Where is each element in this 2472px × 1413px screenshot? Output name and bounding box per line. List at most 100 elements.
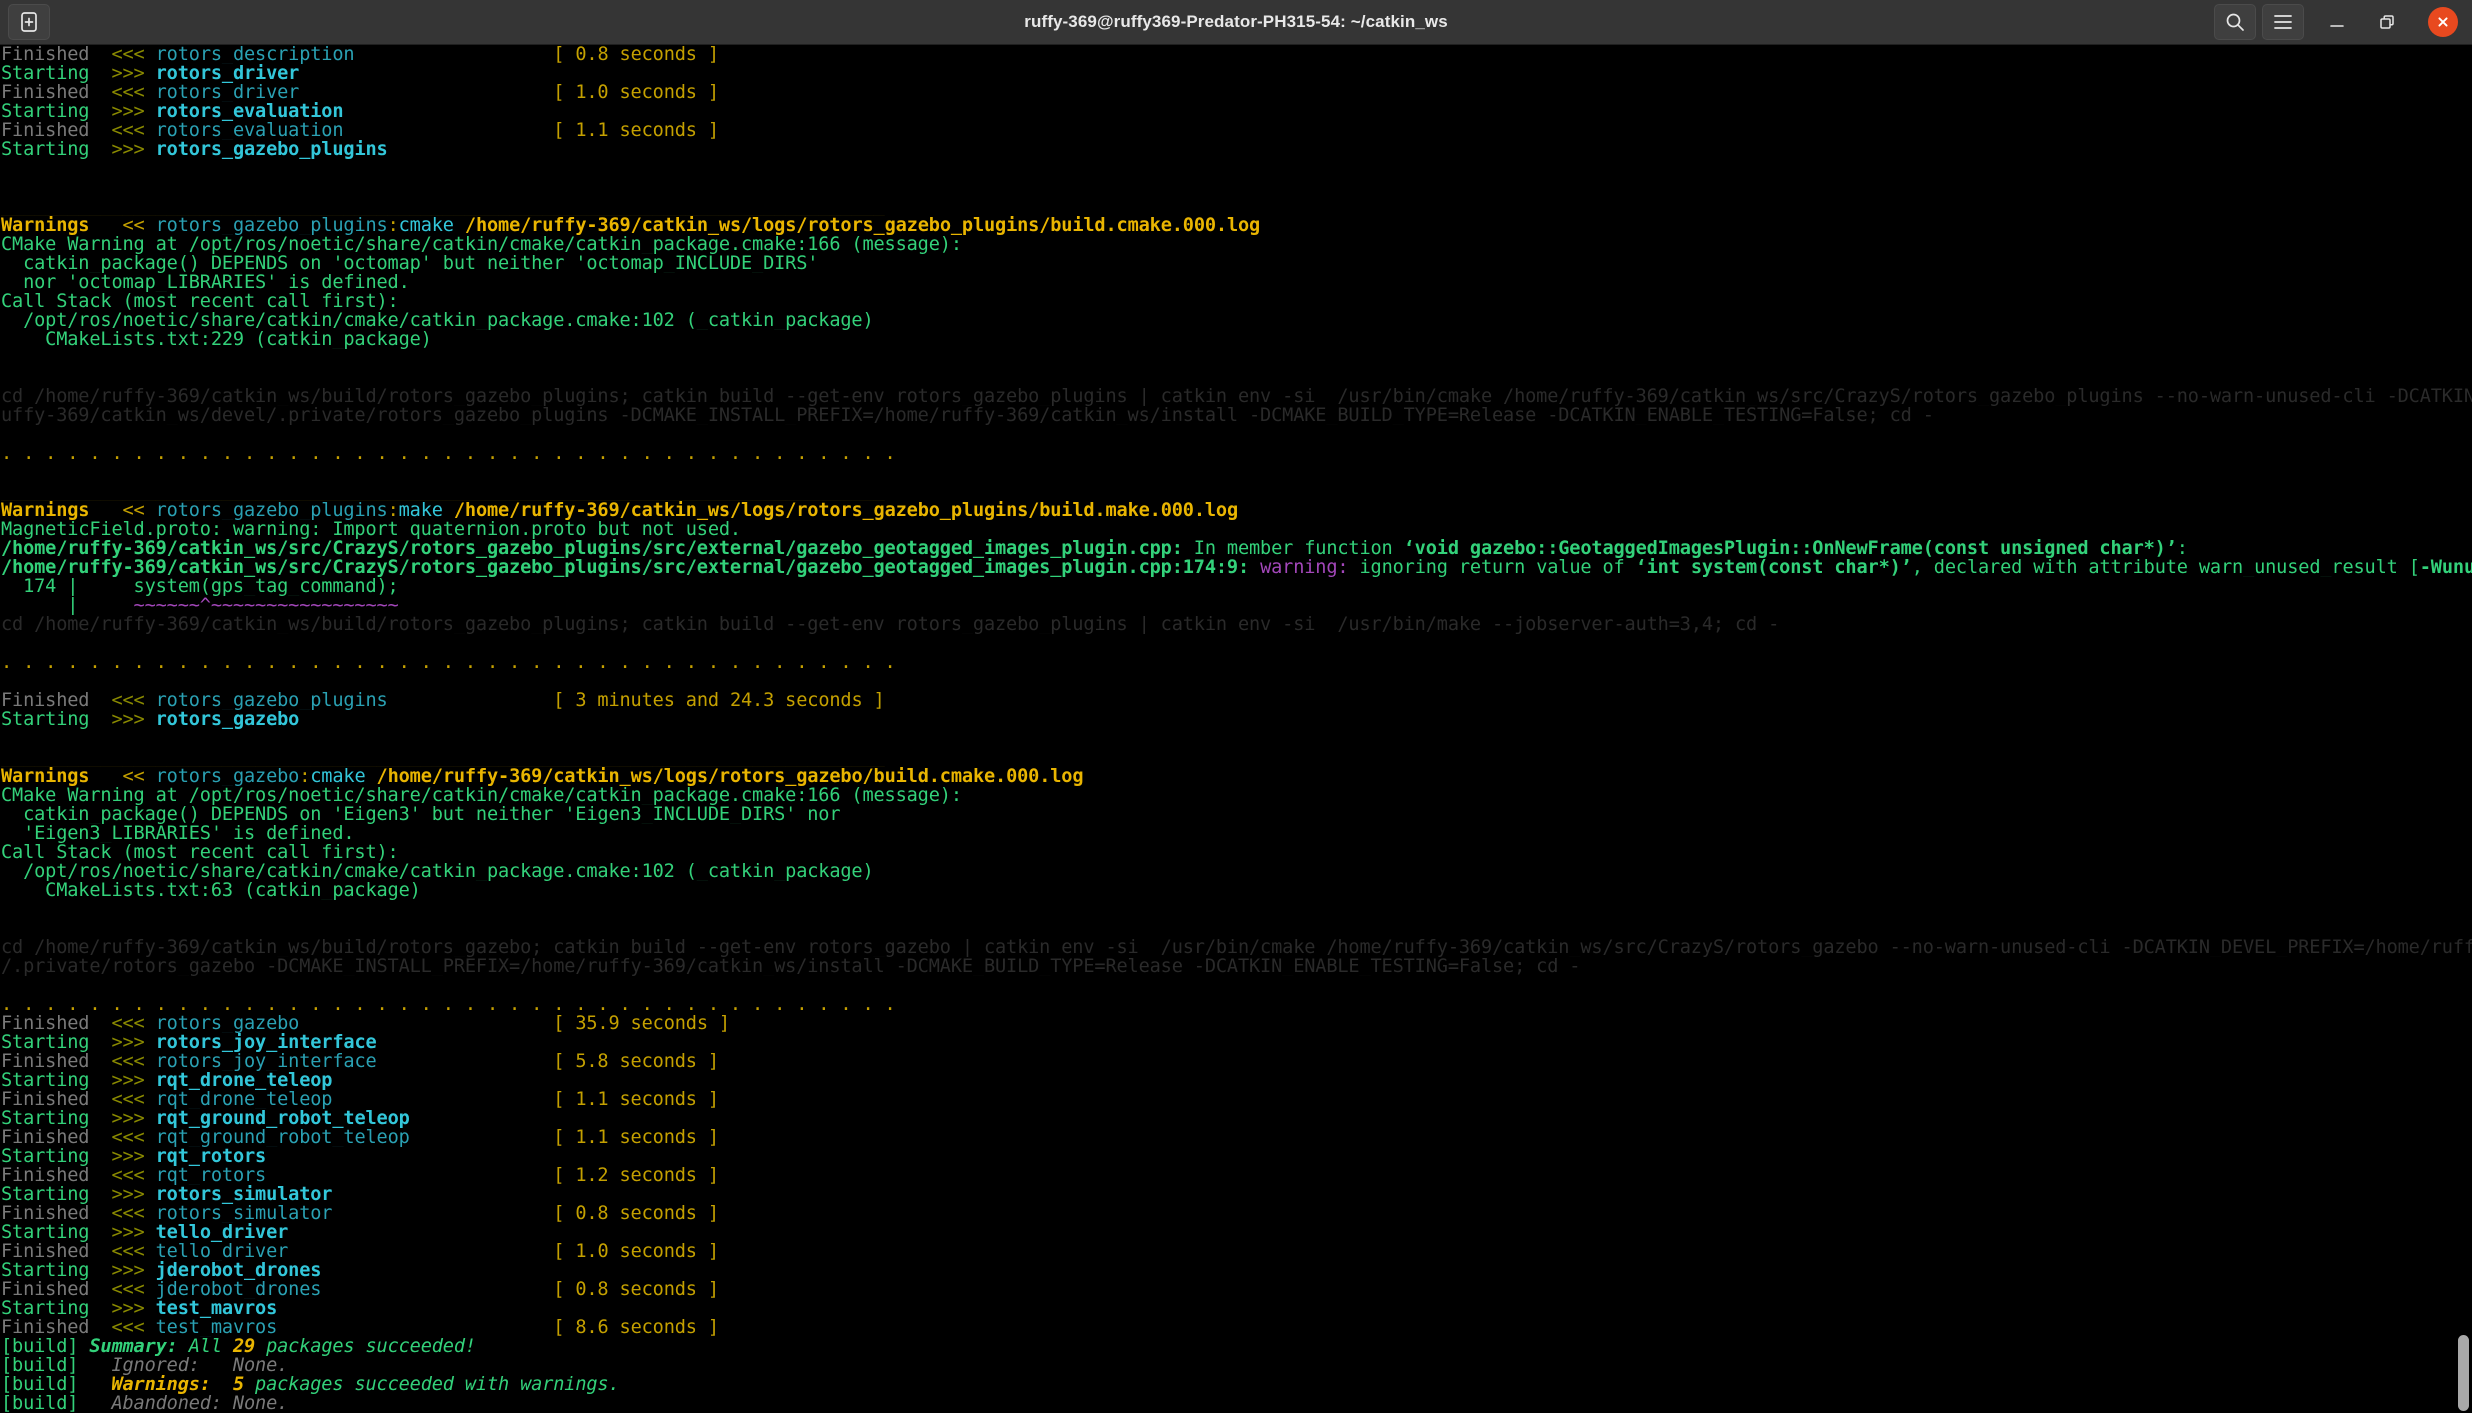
terminal-line: . . . . . . . . . . . . . . . . . . . . … [1, 653, 2472, 672]
terminal-line: /.private/rotors_gazebo -DCMAKE_INSTALL_… [1, 957, 2472, 976]
window-titlebar: ruffy-369@ruffy369-Predator-PH315-54: ~/… [0, 0, 2472, 45]
terminal-text: test_mavros [155, 1318, 278, 1337]
terminal-line: Warnings << rotors_gazebo:cmake /home/ru… [1, 767, 2472, 786]
terminal-text: /opt/ros/noetic/share/catkin/cmake/catki… [1, 311, 874, 330]
terminal-line: | ~~~~~~^~~~~~~~~~~~~~~~~~ [1, 596, 2472, 615]
terminal-text: rotors_simulator [155, 1204, 333, 1223]
terminal-line: Finished <<< rqt_drone_teleop [ 1.1 seco… [1, 1090, 2472, 1109]
terminal-text: catkin_package() DEPENDS on 'octomap' bu… [1, 254, 819, 273]
terminal-text: [ 1.0 seconds ] [553, 83, 719, 102]
terminal-text: /home/ruffy-369/catkin_ws/src/CrazyS/rot… [1, 539, 1183, 558]
terminal-line: Finished <<< rotors_gazebo [ 35.9 second… [1, 1014, 2472, 1033]
terminal-text: [ 0.8 seconds ] [553, 1280, 719, 1299]
terminal-text: rotors_driver [155, 83, 300, 102]
terminal-text: rqt_ground_robot_teleop [155, 1128, 410, 1147]
terminal-text: 5 [232, 1375, 244, 1394]
terminal-text: 174 | [1, 577, 79, 596]
terminal-line: ________________________________________… [1, 748, 2472, 767]
terminal-text: [ 1.0 seconds ] [553, 1242, 719, 1261]
terminal-line: [build] Ignored: None. [1, 1356, 2472, 1375]
terminal-text: rotors_gazebo [155, 1014, 300, 1033]
terminal-text: Ignored: None. [89, 1356, 289, 1375]
terminal-line: Finished <<< rqt_rotors [ 1.2 seconds ] [1, 1166, 2472, 1185]
terminal-text: . . . . . . . . . . . . . . . . . . . . … [1, 653, 896, 672]
terminal-text: test_mavros [155, 1299, 278, 1318]
terminal-line: Finished <<< rotors_description [ 0.8 se… [1, 45, 2472, 64]
terminal-text: Warnings [1, 216, 90, 235]
terminal-line: Starting >>> rotors_joy_interface [1, 1033, 2472, 1052]
terminal-line: nor 'octomap_LIBRARIES' is defined. [1, 273, 2472, 292]
terminal-text: <<< [111, 1128, 156, 1147]
terminal-line: uffy-369/catkin_ws/devel/.private/rotors… [1, 406, 2472, 425]
terminal-line: Starting >>> rqt_drone_teleop [1, 1071, 2472, 1090]
terminal-text: make [398, 501, 443, 520]
terminal-text: [ 1.1 seconds ] [553, 1128, 719, 1147]
terminal-text: [ 35.9 seconds ] [553, 1014, 730, 1033]
terminal-text: [build] [1, 1356, 90, 1375]
terminal-text: [build] [1, 1337, 90, 1356]
terminal-line: Starting >>> rotors_gazebo_plugins [1, 140, 2472, 159]
search-icon[interactable] [2214, 4, 2256, 40]
terminal-text: rotors_joy_interface [155, 1052, 377, 1071]
terminal-line: Starting >>> rqt_rotors [1, 1147, 2472, 1166]
terminal-text: ‘int system(const char*)’ [1635, 558, 1912, 577]
terminal-text: tello_driver [155, 1242, 289, 1261]
terminal-text: cmake [310, 767, 366, 786]
window-title: ruffy-369@ruffy369-Predator-PH315-54: ~/… [1024, 12, 1448, 31]
terminal-line: ________________________________________… [1, 482, 2472, 501]
terminal-text: Abandoned: None. [89, 1394, 289, 1413]
terminal-text: system(gps_tag_command); [78, 577, 399, 596]
terminal-text: rotors_gazebo_plugins [155, 140, 388, 159]
terminal-scrollbar-thumb[interactable] [2458, 1335, 2469, 1411]
terminal-scrollbar-track[interactable] [2455, 45, 2472, 1413]
terminal-output-area[interactable]: Finished <<< rotors_description [ 0.8 se… [0, 45, 2472, 1413]
terminal-text: ~~~~~~^~~~~~~~~~~~~~~~~~ [78, 596, 399, 615]
terminal-text: << [89, 501, 156, 520]
terminal-line: Finished <<< rotors_simulator [ 0.8 seco… [1, 1204, 2472, 1223]
terminal-line: cd /home/ruffy-369/catkin_ws/build/rotor… [1, 387, 2472, 406]
terminal-text: Warnings [1, 767, 90, 786]
terminal-text: Starting [1, 102, 112, 121]
terminal-text: <<< [111, 1090, 156, 1109]
terminal-text: Finished [1, 45, 112, 64]
terminal-text: jderobot_drones [155, 1280, 322, 1299]
close-button[interactable] [2428, 7, 2458, 37]
terminal-line: /opt/ros/noetic/share/catkin/cmake/catki… [1, 311, 2472, 330]
terminal-line: . . . . . . . . . . . . . . . . . . . . … [1, 444, 2472, 463]
terminal-text: Finished [1, 1090, 112, 1109]
maximize-restore-button[interactable] [2370, 5, 2404, 39]
terminal-text: <<< [111, 121, 156, 140]
terminal-text: : [2176, 539, 2188, 558]
terminal-line: Starting >>> rotors_simulator [1, 1185, 2472, 1204]
titlebar-left-group [0, 4, 300, 40]
terminal-text: [build] [1, 1394, 90, 1413]
terminal-text: Warnings [1, 501, 90, 520]
terminal-line: Finished <<< rotors_gazebo_plugins [ 3 m… [1, 691, 2472, 710]
hamburger-menu-icon[interactable] [2262, 4, 2304, 40]
terminal-line: CMake Warning at /opt/ros/noetic/share/c… [1, 786, 2472, 805]
terminal-text: [build] [1, 1375, 90, 1394]
minimize-button[interactable] [2320, 5, 2354, 39]
terminal-line: CMakeLists.txt:229 (catkin_package) [1, 330, 2472, 349]
terminal-text: [ 8.6 seconds ] [553, 1318, 719, 1337]
terminal-text: Finished [1, 1242, 112, 1261]
terminal-text: /home/ruffy-369/catkin_ws/logs/rotors_ga… [453, 501, 1239, 520]
terminal-text: rotors_evaluation [155, 121, 344, 140]
terminal-text: Starting [1, 64, 112, 83]
new-tab-icon[interactable] [8, 4, 50, 40]
terminal-text: >>> [111, 1109, 156, 1128]
terminal-text: >>> [111, 710, 156, 729]
terminal-text: packages succeeded! [255, 1337, 476, 1356]
terminal-text: <<< [111, 1052, 156, 1071]
terminal-line: Starting >>> rotors_evaluation [1, 102, 2472, 121]
terminal-text: 'Eigen3_LIBRARIES' is defined. [1, 824, 355, 843]
terminal-text: /opt/ros/noetic/share/catkin/cmake/catki… [1, 862, 874, 881]
terminal-text: [ 0.8 seconds ] [553, 45, 719, 64]
